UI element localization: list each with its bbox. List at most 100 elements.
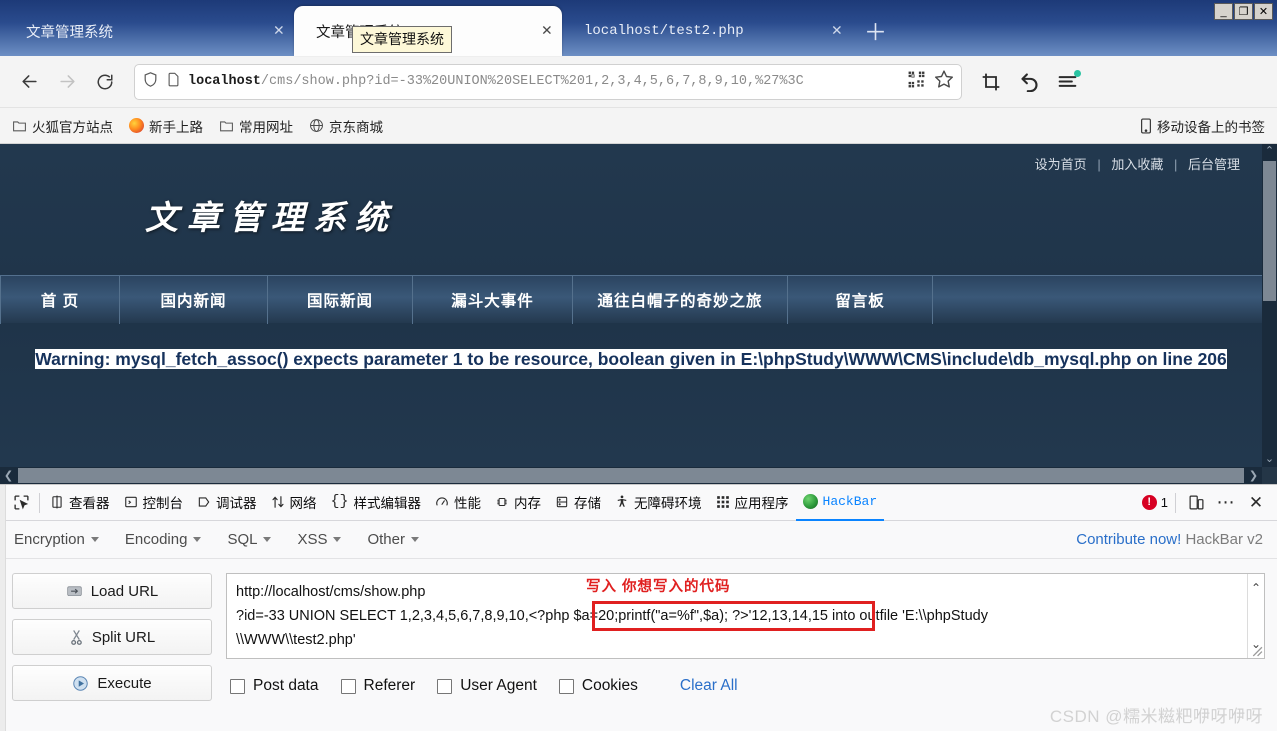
textarea-scroll-up-icon[interactable]: ⌃ bbox=[1251, 576, 1261, 600]
page-horizontal-scrollbar[interactable]: ❮ ❯ bbox=[0, 467, 1262, 484]
split-url-button[interactable]: Split URL bbox=[12, 619, 212, 655]
back-icon[interactable] bbox=[12, 65, 46, 99]
page-info-icon[interactable] bbox=[166, 71, 181, 93]
page-vertical-scrollbar[interactable]: ⌃ ⌄ bbox=[1262, 144, 1277, 467]
execute-button[interactable]: Execute bbox=[12, 665, 212, 701]
checkbox-box[interactable] bbox=[340, 678, 356, 694]
tab-close-icon[interactable]: ✕ bbox=[248, 23, 284, 40]
minimize-icon[interactable]: _ bbox=[1214, 3, 1233, 20]
link-set-homepage[interactable]: 设为首页 bbox=[1035, 157, 1087, 172]
new-tab-button[interactable]: ＋ bbox=[852, 21, 899, 44]
reload-icon[interactable] bbox=[88, 65, 122, 99]
contribute-link[interactable]: Contribute now! bbox=[1076, 531, 1181, 548]
url-text[interactable]: localhost/cms/show.php?id=-33%20UNION%20… bbox=[188, 74, 900, 89]
site-nav-item-international-news[interactable]: 国际新闻 bbox=[268, 275, 413, 324]
hackbar-options-row: Post data Referer User Agent Cookies Cle… bbox=[226, 659, 1265, 695]
tab-close-icon[interactable]: ✕ bbox=[806, 23, 842, 40]
hackbar-menu-xss[interactable]: XSS bbox=[297, 531, 342, 548]
checkbox-post-data[interactable]: Post data bbox=[230, 677, 319, 695]
warning-line-number: 206 bbox=[1197, 349, 1227, 369]
scroll-left-arrow-icon[interactable]: ❮ bbox=[0, 469, 17, 482]
site-nav-item-guestbook[interactable]: 留言板 bbox=[788, 275, 933, 324]
devtools-tab-console[interactable]: 控制台 bbox=[117, 485, 191, 521]
hackbar-menu-encoding[interactable]: Encoding bbox=[125, 531, 202, 548]
site-nav-item-domestic-news[interactable]: 国内新闻 bbox=[120, 275, 268, 324]
csdn-watermark: CSDN @糯米糍粑咿呀咿呀 bbox=[1049, 707, 1263, 726]
devtools-toolbar: 查看器 控制台 调试器 网络 {} 样式编辑器 性能 内存 存储 无障碍环境 应… bbox=[0, 485, 1277, 521]
bookmark-item-mobile-bookmarks[interactable]: 移动设备上的书签 bbox=[1140, 116, 1265, 136]
mobile-icon bbox=[1141, 118, 1151, 133]
textarea-resize-handle[interactable] bbox=[1250, 644, 1263, 657]
responsive-design-mode-icon[interactable] bbox=[1183, 490, 1209, 516]
hackbar-menu-other[interactable]: Other bbox=[367, 531, 419, 548]
devtools-tab-memory[interactable]: 内存 bbox=[488, 485, 548, 521]
restore-icon[interactable]: ❐ bbox=[1234, 3, 1253, 20]
tab-bar: 文章管理系统 ✕ 文章管理系统 ✕ localhost/test2.php ✕ … bbox=[0, 0, 1277, 56]
debugger-icon bbox=[198, 496, 210, 507]
browser-tab-1[interactable]: 文章管理系统 ✕ bbox=[4, 6, 294, 56]
clear-all-link[interactable]: Clear All bbox=[680, 677, 738, 695]
page-top-links: 设为首页 | 加入收藏 | 后台管理 bbox=[0, 144, 1262, 173]
devtools-tab-performance[interactable]: 性能 bbox=[428, 485, 488, 521]
devtools-tab-inspector[interactable]: 查看器 bbox=[43, 485, 117, 521]
hackbar-body: Load URL Split URL Execute http://localh… bbox=[0, 559, 1277, 701]
tab-title: 文章管理系统 bbox=[26, 24, 113, 41]
devtools-tab-style-editor[interactable]: {} 样式编辑器 bbox=[324, 485, 429, 521]
app-menu-icon[interactable] bbox=[1050, 65, 1084, 99]
checkbox-box[interactable] bbox=[437, 678, 453, 694]
link-admin[interactable]: 后台管理 bbox=[1188, 157, 1240, 172]
undo-arrow-icon[interactable] bbox=[1012, 65, 1046, 99]
devtools-more-options-icon[interactable]: ⋯ bbox=[1213, 490, 1239, 516]
checkbox-cookies[interactable]: Cookies bbox=[558, 677, 638, 695]
checkbox-label: Cookies bbox=[581, 677, 638, 694]
devtools-tab-debugger[interactable]: 调试器 bbox=[190, 485, 264, 521]
warning-on-line: on line bbox=[1131, 349, 1198, 369]
bookmark-item-getting-started[interactable]: 新手上路 bbox=[129, 116, 203, 136]
hackbar-menu-sql[interactable]: SQL bbox=[227, 531, 272, 548]
shield-icon[interactable] bbox=[142, 71, 159, 93]
scroll-down-arrow-icon[interactable]: ⌄ bbox=[1265, 452, 1274, 467]
bookmark-label: 火狐官方站点 bbox=[32, 119, 113, 135]
site-nav-item-funnel-events[interactable]: 漏斗大事件 bbox=[413, 275, 573, 324]
devtools-left-rail bbox=[0, 485, 6, 731]
devtools-tab-application[interactable]: 应用程序 bbox=[709, 485, 796, 521]
error-count-badge[interactable]: ! 1 bbox=[1141, 495, 1168, 510]
tab-close-icon[interactable]: ✕ bbox=[516, 23, 552, 40]
address-bar[interactable]: localhost/cms/show.php?id=-33%20UNION%20… bbox=[134, 63, 962, 100]
qr-code-icon[interactable] bbox=[907, 70, 926, 94]
menu-label: Encoding bbox=[124, 531, 188, 548]
devtools-tab-storage[interactable]: 存储 bbox=[548, 485, 608, 521]
bookmark-item-common-sites[interactable]: 常用网址 bbox=[219, 116, 293, 136]
checkbox-referer[interactable]: Referer bbox=[340, 677, 415, 695]
devtools-tab-label: 调试器 bbox=[216, 495, 257, 511]
scroll-up-arrow-icon[interactable]: ⌃ bbox=[1265, 144, 1274, 159]
checkbox-user-agent[interactable]: User Agent bbox=[437, 677, 537, 695]
devtools-close-icon[interactable]: ✕ bbox=[1243, 490, 1269, 516]
bookmark-item-firefox-official[interactable]: 火狐官方站点 bbox=[12, 116, 113, 136]
checkbox-box[interactable] bbox=[558, 678, 574, 694]
site-nav-item-whitehat-journey[interactable]: 通往白帽子的奇妙之旅 bbox=[573, 275, 788, 324]
devtools-tab-hackbar[interactable]: HackBar bbox=[795, 485, 885, 521]
memory-icon bbox=[497, 497, 507, 506]
error-count: 1 bbox=[1160, 495, 1168, 510]
request-url-textarea[interactable]: http://localhost/cms/show.php ?id=-33 UN… bbox=[226, 573, 1265, 659]
screenshot-crop-icon[interactable] bbox=[974, 65, 1008, 99]
style-editor-icon: {} bbox=[330, 493, 349, 510]
bookmark-star-icon[interactable] bbox=[934, 69, 954, 94]
site-nav-item-home[interactable]: 首 页 bbox=[0, 275, 120, 324]
load-url-button[interactable]: Load URL bbox=[12, 573, 212, 609]
browser-tab-3[interactable]: localhost/test2.php ✕ bbox=[562, 6, 852, 56]
devtools-tab-network[interactable]: 网络 bbox=[264, 485, 324, 521]
element-picker-icon[interactable] bbox=[6, 494, 36, 511]
close-window-icon[interactable]: ✕ bbox=[1254, 3, 1273, 20]
bookmark-item-jd[interactable]: 京东商城 bbox=[309, 116, 383, 136]
checkbox-box[interactable] bbox=[230, 678, 245, 694]
update-indicator-dot bbox=[1074, 69, 1081, 77]
vertical-scroll-thumb[interactable] bbox=[1263, 161, 1276, 301]
horizontal-scroll-thumb[interactable] bbox=[18, 468, 1244, 483]
devtools-tab-accessibility[interactable]: 无障碍环境 bbox=[608, 485, 709, 521]
link-add-favorite[interactable]: 加入收藏 bbox=[1111, 157, 1163, 172]
chevron-down-icon bbox=[263, 537, 272, 542]
scroll-right-arrow-icon[interactable]: ❯ bbox=[1245, 469, 1262, 482]
hackbar-menu-encryption[interactable]: Encryption bbox=[14, 531, 99, 548]
